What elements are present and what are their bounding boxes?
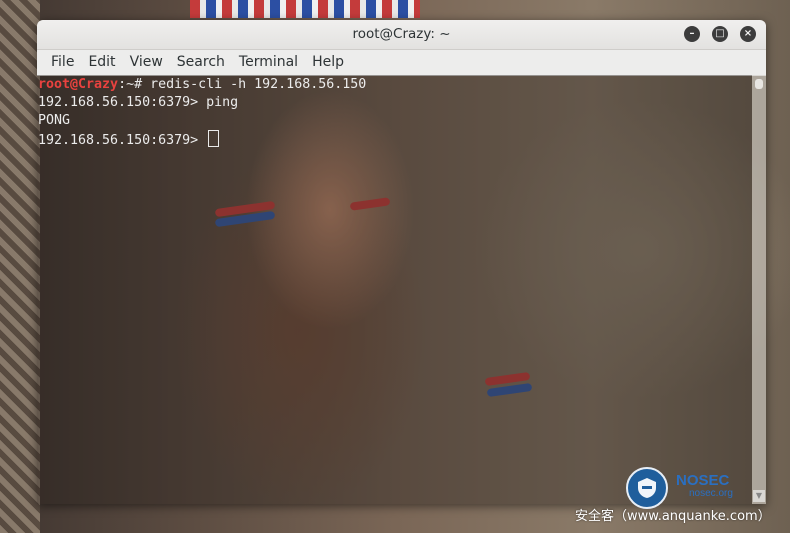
wallpaper-headdress bbox=[190, 0, 420, 18]
redis-prompt: 192.168.56.150:6379> bbox=[38, 133, 207, 148]
watermark-brand-sub: nosec.org bbox=[689, 488, 733, 499]
menu-edit[interactable]: Edit bbox=[81, 50, 122, 75]
menu-file[interactable]: File bbox=[44, 50, 81, 75]
prompt-user: root@Crazy bbox=[38, 77, 119, 92]
terminal-window: root@Crazy: ~ – □ × File Edit View Searc… bbox=[37, 20, 766, 504]
prompt-suffix: :~# bbox=[118, 77, 151, 92]
close-icon[interactable]: × bbox=[740, 26, 756, 42]
terminal-line-command: root@Crazy:~# redis-cli -h 192.168.56.15… bbox=[38, 76, 752, 94]
scrollbar-thumb[interactable] bbox=[755, 79, 763, 89]
scroll-down-arrow-icon[interactable]: ▼ bbox=[753, 490, 765, 502]
watermark-brand: NOSEC bbox=[676, 472, 730, 489]
maximize-icon[interactable]: □ bbox=[712, 26, 728, 42]
wallpaper-feathers bbox=[0, 0, 40, 533]
terminal-output[interactable]: root@Crazy:~# redis-cli -h 192.168.56.15… bbox=[37, 75, 752, 504]
menu-search[interactable]: Search bbox=[170, 50, 232, 75]
terminal-line: 192.168.56.150:6379> ping bbox=[38, 95, 239, 110]
window-title: root@Crazy: ~ bbox=[352, 26, 451, 42]
titlebar[interactable]: root@Crazy: ~ – □ × bbox=[37, 20, 766, 50]
menu-terminal[interactable]: Terminal bbox=[232, 50, 305, 75]
terminal-line-prompt: 192.168.56.150:6379> bbox=[38, 130, 752, 148]
menu-help[interactable]: Help bbox=[305, 50, 351, 75]
command-text: redis-cli -h 192.168.56.150 bbox=[150, 77, 367, 92]
nosec-shield-icon bbox=[626, 467, 668, 509]
terminal-scrollbar[interactable]: ▼ bbox=[752, 75, 766, 504]
minimize-icon[interactable]: – bbox=[684, 26, 700, 42]
text-cursor bbox=[208, 130, 220, 147]
menubar: File Edit View Search Terminal Help bbox=[37, 50, 766, 76]
menu-view[interactable]: View bbox=[123, 50, 170, 75]
watermark-site: 安全客（www.anquanke.com） bbox=[575, 509, 771, 524]
terminal-line: PONG bbox=[38, 113, 71, 128]
window-controls: – □ × bbox=[684, 26, 756, 42]
